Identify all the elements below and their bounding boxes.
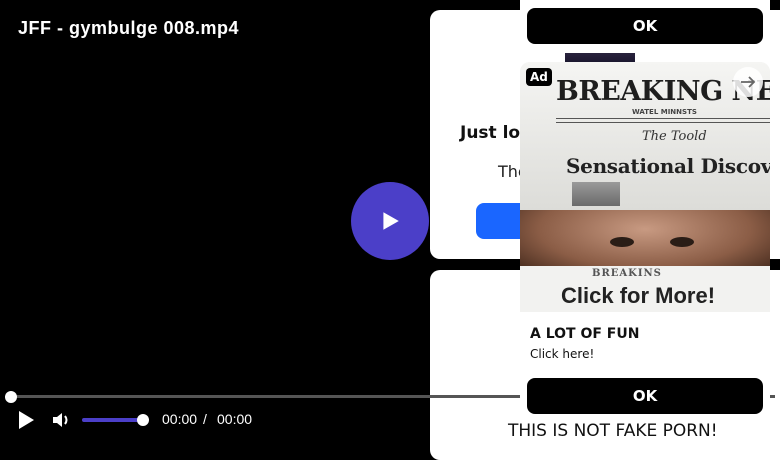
news-lower-text: BREAKINS <box>592 268 662 279</box>
play-icon <box>383 212 399 230</box>
ad-title[interactable]: A LOT OF FUN <box>530 326 639 342</box>
volume-icon[interactable] <box>52 411 72 429</box>
face-image <box>520 210 770 274</box>
ad-popup: BREAKING NEWS WATEL MINNSTS The Toold Se… <box>520 62 770 421</box>
news-small-text: WATEL MINNSTS <box>632 108 697 116</box>
volume-slider[interactable] <box>82 418 144 422</box>
ok-button[interactable]: OK <box>527 378 763 414</box>
eye <box>670 237 694 247</box>
news-discovery: Sensational Discovery! <box>566 154 770 178</box>
eye <box>610 237 634 247</box>
ad-badge: Ad <box>526 68 552 86</box>
duration: 00:00 <box>217 411 253 427</box>
current-time: 00:00 <box>162 411 198 427</box>
progress-handle[interactable] <box>5 391 17 403</box>
news-photo <box>572 182 620 206</box>
big-play-button[interactable] <box>351 182 429 260</box>
ad-subtitle[interactable]: Click here! <box>530 347 594 361</box>
ok-button[interactable]: OK <box>527 8 763 44</box>
ad-arrow-button[interactable] <box>733 67 763 97</box>
time-separator: / <box>203 411 207 427</box>
news-tagline: The Toold <box>642 129 707 144</box>
arrow-right-icon <box>741 76 756 88</box>
ad-image[interactable]: BREAKING NEWS WATEL MINNSTS The Toold Se… <box>520 62 770 312</box>
play-icon[interactable] <box>16 410 36 430</box>
volume-handle[interactable] <box>137 414 149 426</box>
promo-text: THIS IS NOT FAKE PORN! <box>508 421 718 441</box>
popup-top: OK <box>520 0 770 53</box>
click-for-more: Click for More! <box>561 283 716 308</box>
video-title: JFF - gymbulge 008.mp4 <box>18 18 240 38</box>
news-rule <box>556 118 770 123</box>
